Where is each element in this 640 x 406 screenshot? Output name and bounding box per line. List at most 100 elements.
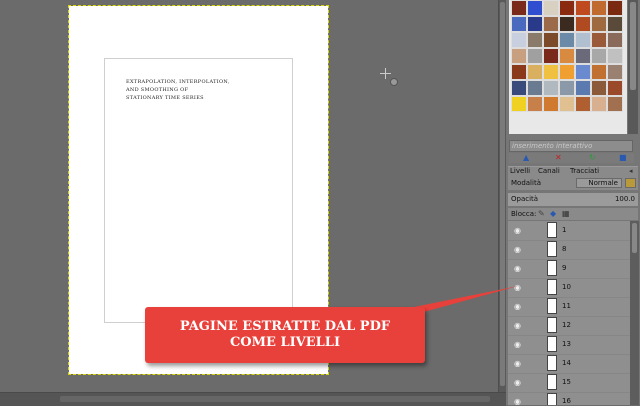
pattern-swatch[interactable] — [607, 16, 623, 32]
scrollbar-thumb[interactable] — [500, 2, 505, 386]
pattern-swatch[interactable] — [527, 0, 543, 16]
scrollbar-thumb[interactable] — [632, 223, 637, 253]
pattern-swatch[interactable] — [559, 80, 575, 96]
open-pattern-icon[interactable]: ■ — [619, 153, 627, 163]
pattern-swatch[interactable] — [575, 80, 591, 96]
pattern-swatch[interactable] — [511, 32, 527, 48]
eye-icon[interactable]: ◉ — [514, 378, 521, 387]
pattern-swatch[interactable] — [527, 32, 543, 48]
patterns-grid[interactable] — [511, 0, 623, 112]
pattern-swatch[interactable] — [527, 64, 543, 80]
pattern-swatch[interactable] — [559, 48, 575, 64]
pattern-swatch[interactable] — [591, 96, 607, 112]
refresh-icon[interactable]: ↻ — [589, 153, 596, 163]
pattern-swatch[interactable] — [607, 32, 623, 48]
callout-line-2: COME LIVELLI — [229, 335, 341, 350]
layer-row[interactable]: ◉ 12 — [508, 316, 630, 336]
pattern-swatch[interactable] — [575, 16, 591, 32]
pattern-swatch[interactable] — [591, 16, 607, 32]
pattern-swatch[interactable] — [591, 80, 607, 96]
pattern-swatch[interactable] — [575, 64, 591, 80]
patterns-scrollbar[interactable] — [628, 0, 638, 134]
edit-pattern-icon[interactable]: ▲ — [523, 153, 529, 163]
layer-row[interactable]: ◉ 1 — [508, 221, 630, 241]
mode-chain-icon[interactable] — [625, 178, 636, 188]
pattern-swatch[interactable] — [559, 32, 575, 48]
layer-row[interactable]: ◉ 14 — [508, 354, 630, 374]
pattern-swatch[interactable] — [575, 32, 591, 48]
layer-row[interactable]: ◉ 13 — [508, 335, 630, 355]
layer-row[interactable]: ◉ 9 — [508, 259, 630, 279]
pattern-swatch[interactable] — [543, 32, 559, 48]
pattern-swatch[interactable] — [575, 96, 591, 112]
lock-position-icon[interactable]: ◆ — [550, 209, 556, 218]
pattern-swatch[interactable] — [575, 48, 591, 64]
pattern-swatch[interactable] — [559, 96, 575, 112]
pattern-swatch[interactable] — [575, 0, 591, 16]
eye-icon[interactable]: ◉ — [514, 264, 521, 273]
eye-icon[interactable]: ◉ — [514, 321, 521, 330]
pattern-swatch[interactable] — [511, 48, 527, 64]
pattern-swatch[interactable] — [607, 0, 623, 16]
layer-thumbnail — [547, 298, 557, 314]
tab-paths[interactable]: Tracciati — [570, 167, 599, 176]
layers-scrollbar[interactable] — [630, 221, 639, 405]
pattern-swatch[interactable] — [607, 80, 623, 96]
pattern-swatch[interactable] — [511, 16, 527, 32]
pattern-swatch[interactable] — [511, 80, 527, 96]
layer-name: 14 — [562, 359, 571, 367]
mode-label: Modalità — [511, 179, 541, 187]
pattern-swatch[interactable] — [543, 48, 559, 64]
pattern-swatch[interactable] — [511, 64, 527, 80]
pattern-swatch[interactable] — [527, 96, 543, 112]
tab-channels[interactable]: Canali — [538, 167, 560, 176]
scrollbar-thumb[interactable] — [630, 2, 636, 90]
opacity-slider[interactable]: Opacità 100.0 — [508, 193, 638, 206]
eye-icon[interactable]: ◉ — [514, 340, 521, 349]
pattern-swatch[interactable] — [591, 48, 607, 64]
layer-row[interactable]: ◉ 15 — [508, 373, 630, 393]
tab-layers[interactable]: Livelli — [510, 167, 530, 176]
pattern-swatch[interactable] — [607, 64, 623, 80]
pattern-swatch[interactable] — [527, 48, 543, 64]
pattern-swatch[interactable] — [511, 96, 527, 112]
pattern-swatch[interactable] — [527, 80, 543, 96]
canvas-horizontal-scrollbar[interactable] — [0, 392, 506, 406]
pattern-swatch[interactable] — [543, 16, 559, 32]
eye-icon[interactable]: ◉ — [514, 359, 521, 368]
layer-row[interactable]: ◉ 11 — [508, 297, 630, 317]
title-line-3: STATIONARY TIME SERIES — [126, 95, 204, 101]
pattern-swatch[interactable] — [543, 96, 559, 112]
patterns-tag-input[interactable]: inserimento interattivo — [509, 140, 633, 152]
lock-pixels-icon[interactable]: ✎ — [538, 209, 545, 218]
pattern-swatch[interactable] — [543, 80, 559, 96]
eye-icon[interactable]: ◉ — [514, 397, 521, 405]
pattern-swatch[interactable] — [543, 0, 559, 16]
eye-icon[interactable]: ◉ — [514, 302, 521, 311]
eye-icon[interactable]: ◉ — [514, 245, 521, 254]
lock-alpha-icon[interactable]: ▦ — [562, 209, 570, 218]
pattern-swatch[interactable] — [591, 64, 607, 80]
layer-thumbnail — [547, 355, 557, 371]
mode-select[interactable]: Normale — [576, 178, 622, 188]
pattern-swatch[interactable] — [559, 16, 575, 32]
layer-name: 13 — [562, 340, 571, 348]
pattern-swatch[interactable] — [527, 16, 543, 32]
scrollbar-thumb[interactable] — [60, 396, 490, 402]
tab-menu-icon[interactable]: ◂ — [629, 167, 633, 176]
pattern-swatch[interactable] — [559, 0, 575, 16]
pattern-swatch[interactable] — [559, 64, 575, 80]
pattern-swatch[interactable] — [591, 0, 607, 16]
pattern-swatch[interactable] — [543, 64, 559, 80]
layer-row[interactable]: ◉ 16 — [508, 392, 630, 405]
pattern-swatch[interactable] — [607, 48, 623, 64]
eye-icon[interactable]: ◉ — [514, 283, 521, 292]
layer-thumbnail — [547, 279, 557, 295]
layer-row[interactable]: ◉ 10 — [508, 278, 630, 298]
layer-row[interactable]: ◉ 8 — [508, 240, 630, 260]
eye-icon[interactable]: ◉ — [514, 226, 521, 235]
pattern-swatch[interactable] — [511, 0, 527, 16]
delete-pattern-icon[interactable]: ✕ — [555, 153, 562, 163]
pattern-swatch[interactable] — [591, 32, 607, 48]
pattern-swatch[interactable] — [607, 96, 623, 112]
